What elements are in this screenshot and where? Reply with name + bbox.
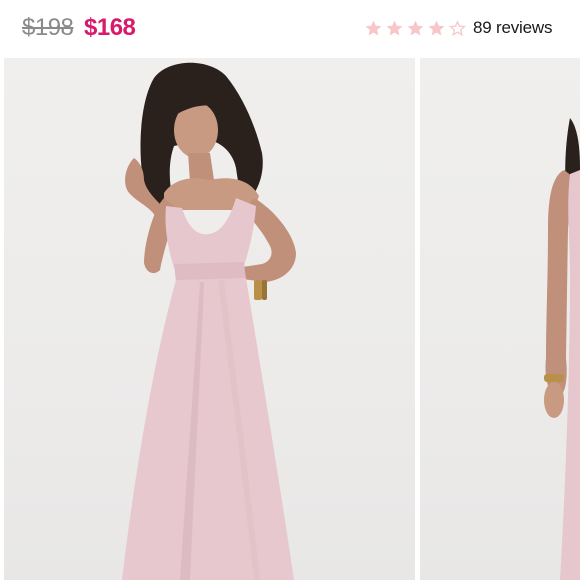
- dress-model-illustration: [122, 62, 296, 580]
- star-filled-icon: [386, 20, 403, 36]
- star-filled-icon: [365, 20, 382, 36]
- product-header: $198 $168 89 reviews: [0, 0, 580, 58]
- star-rating[interactable]: [364, 17, 467, 39]
- star-filled-icon: [428, 20, 445, 36]
- original-price: $198: [22, 14, 74, 41]
- star-empty-icon: [449, 19, 466, 36]
- product-gallery: [0, 58, 580, 580]
- product-image-secondary[interactable]: [420, 58, 580, 580]
- sale-price: $168: [84, 14, 136, 41]
- dress-model-side-illustration: [544, 118, 580, 580]
- star-filled-icon: [407, 20, 424, 36]
- reviews-link[interactable]: 89 reviews: [473, 18, 552, 38]
- product-image-main[interactable]: [4, 58, 415, 580]
